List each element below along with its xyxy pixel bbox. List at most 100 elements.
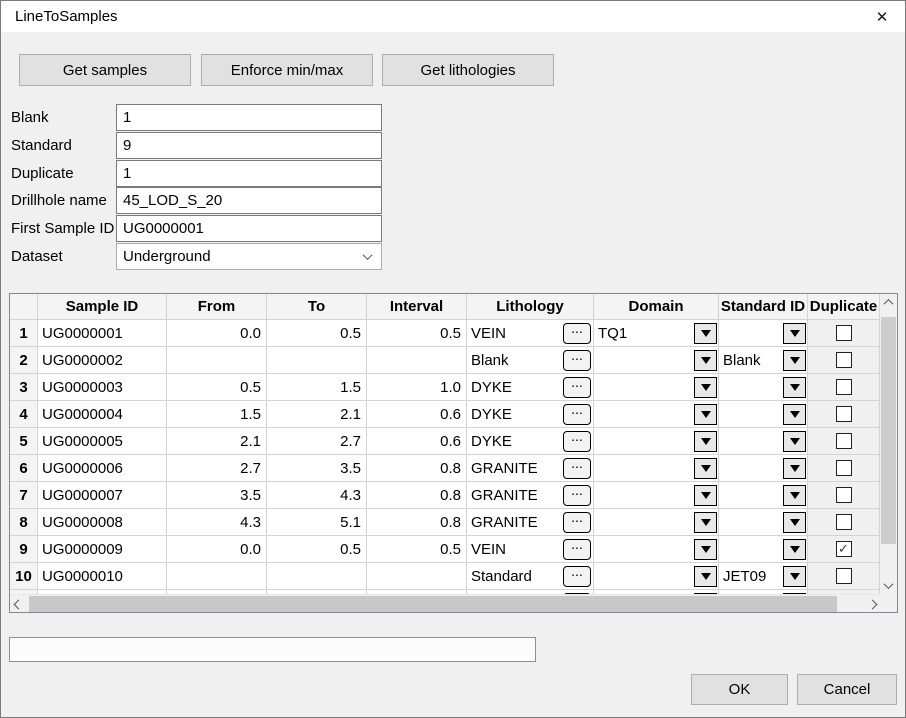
cell-interval[interactable]: 0.8 — [367, 482, 467, 509]
duplicate-checkbox[interactable] — [836, 433, 852, 449]
cell-standard-id[interactable] — [719, 536, 808, 563]
duplicate-checkbox[interactable] — [836, 406, 852, 422]
close-icon[interactable]: ✕ — [859, 1, 905, 32]
cell-lithology[interactable]: VEIN... — [467, 536, 594, 563]
ellipsis-button[interactable]: ... — [563, 323, 591, 344]
cell-to[interactable]: 0.5 — [267, 536, 367, 563]
dropdown-button[interactable] — [783, 350, 806, 371]
cell-to[interactable] — [267, 347, 367, 374]
enforce-min-max-button[interactable]: Enforce min/max — [201, 54, 373, 86]
cell-from[interactable] — [167, 563, 267, 590]
dropdown-button[interactable] — [694, 377, 717, 398]
column-header-interval[interactable]: Interval — [367, 294, 467, 320]
cell-domain[interactable] — [594, 401, 719, 428]
cell-duplicate[interactable]: ✓ — [808, 536, 880, 563]
cell-to[interactable]: 5.1 — [267, 509, 367, 536]
cell-from[interactable]: 1.5 — [167, 401, 267, 428]
cell-interval[interactable] — [367, 563, 467, 590]
cell-duplicate[interactable] — [808, 320, 880, 347]
cell-lithology[interactable]: DYKE... — [467, 374, 594, 401]
dropdown-button[interactable] — [694, 431, 717, 452]
cell-lithology[interactable]: DYKE... — [467, 401, 594, 428]
dropdown-button[interactable] — [783, 377, 806, 398]
cell-duplicate[interactable] — [808, 428, 880, 455]
cell-standard-id[interactable]: Blank — [719, 347, 808, 374]
cell-duplicate[interactable] — [808, 374, 880, 401]
cell-domain[interactable] — [594, 536, 719, 563]
cell-domain[interactable] — [594, 428, 719, 455]
cell-lithology[interactable]: GRANITE... — [467, 482, 594, 509]
ellipsis-button[interactable]: ... — [563, 566, 591, 587]
column-header-domain[interactable]: Domain — [594, 294, 719, 320]
cell-standard-id[interactable] — [719, 401, 808, 428]
row-number[interactable]: 1 — [10, 320, 38, 347]
column-header-to[interactable]: To — [267, 294, 367, 320]
ellipsis-button[interactable]: ... — [563, 458, 591, 479]
cell-from[interactable]: 0.0 — [167, 320, 267, 347]
cell-from[interactable]: 0.0 — [167, 536, 267, 563]
cell-sample-id[interactable]: UG0000001 — [38, 320, 167, 347]
dropdown-button[interactable] — [783, 566, 806, 587]
cell-standard-id[interactable] — [719, 482, 808, 509]
dropdown-button[interactable] — [783, 485, 806, 506]
cell-domain[interactable] — [594, 563, 719, 590]
scroll-right-icon[interactable] — [864, 595, 881, 613]
cell-duplicate[interactable] — [808, 347, 880, 374]
cell-duplicate[interactable] — [808, 509, 880, 536]
duplicate-input[interactable] — [116, 160, 382, 187]
cell-duplicate[interactable] — [808, 455, 880, 482]
row-number[interactable]: 2 — [10, 347, 38, 374]
ellipsis-button[interactable]: ... — [563, 512, 591, 533]
cell-domain[interactable]: TQ1 — [594, 320, 719, 347]
row-number[interactable]: 3 — [10, 374, 38, 401]
dropdown-button[interactable] — [694, 566, 717, 587]
row-number[interactable]: 6 — [10, 455, 38, 482]
horizontal-scroll-thumb[interactable] — [29, 596, 837, 612]
cell-interval[interactable]: 0.6 — [367, 401, 467, 428]
cell-interval[interactable]: 0.6 — [367, 428, 467, 455]
column-header-duplicate[interactable]: Duplicate — [808, 294, 880, 320]
cell-from[interactable]: 4.3 — [167, 509, 267, 536]
cell-sample-id[interactable]: UG0000002 — [38, 347, 167, 374]
row-number[interactable]: 8 — [10, 509, 38, 536]
column-header-standard-id[interactable]: Standard ID — [719, 294, 808, 320]
dropdown-button[interactable] — [694, 323, 717, 344]
cell-standard-id[interactable] — [719, 320, 808, 347]
duplicate-checkbox[interactable] — [836, 487, 852, 503]
cell-lithology[interactable]: GRANITE... — [467, 455, 594, 482]
cell-standard-id[interactable] — [719, 509, 808, 536]
row-number[interactable]: 5 — [10, 428, 38, 455]
ellipsis-button[interactable]: ... — [563, 539, 591, 560]
cell-interval[interactable]: 0.8 — [367, 509, 467, 536]
cell-lithology[interactable]: DYKE... — [467, 428, 594, 455]
row-number[interactable]: 10 — [10, 563, 38, 590]
cell-to[interactable]: 0.5 — [267, 320, 367, 347]
cell-sample-id[interactable]: UG0000008 — [38, 509, 167, 536]
scroll-down-icon[interactable] — [880, 577, 897, 594]
duplicate-checkbox[interactable]: ✓ — [836, 541, 852, 557]
dropdown-button[interactable] — [694, 350, 717, 371]
duplicate-checkbox[interactable] — [836, 352, 852, 368]
cell-interval[interactable]: 1.0 — [367, 374, 467, 401]
cell-sample-id[interactable]: UG0000004 — [38, 401, 167, 428]
standard-input[interactable] — [116, 132, 382, 159]
cell-lithology[interactable]: Blank... — [467, 347, 594, 374]
first-sample-id-input[interactable] — [116, 215, 382, 242]
dropdown-button[interactable] — [783, 512, 806, 533]
dropdown-button[interactable] — [783, 458, 806, 479]
column-header-sample-id[interactable]: Sample ID — [38, 294, 167, 320]
duplicate-checkbox[interactable] — [836, 514, 852, 530]
cell-lithology[interactable]: Standard... — [467, 563, 594, 590]
get-lithologies-button[interactable]: Get lithologies — [382, 54, 554, 86]
cell-to[interactable]: 2.7 — [267, 428, 367, 455]
dropdown-button[interactable] — [694, 458, 717, 479]
ok-button[interactable]: OK — [691, 674, 788, 705]
vertical-scrollbar[interactable] — [880, 294, 897, 594]
cell-from[interactable] — [167, 347, 267, 374]
cell-from[interactable]: 2.1 — [167, 428, 267, 455]
scroll-up-icon[interactable] — [880, 294, 897, 311]
vertical-scroll-thumb[interactable] — [881, 317, 896, 544]
cell-sample-id[interactable]: UG0000003 — [38, 374, 167, 401]
dropdown-button[interactable] — [783, 323, 806, 344]
scroll-left-icon[interactable] — [10, 595, 27, 613]
